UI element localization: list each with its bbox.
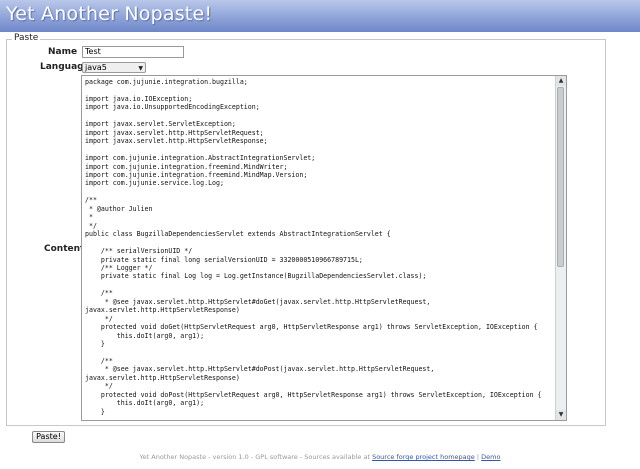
paste-button[interactable]: Paste!	[32, 431, 65, 443]
scroll-up-icon[interactable]: ▲	[556, 76, 566, 86]
scroll-down-icon[interactable]: ▼	[556, 410, 566, 420]
content-label: Content	[44, 244, 85, 254]
name-label: Name	[48, 47, 78, 57]
footer-separator: |	[476, 453, 480, 461]
content-code: package com.jujunie.integration.bugzilla…	[85, 78, 542, 416]
sourceforge-link[interactable]: Source forge project homepage	[372, 453, 475, 461]
footer-text: Yet Another Nopaste - version 1.0 - GPL …	[139, 453, 370, 461]
app-title: Yet Another Nopaste!	[6, 3, 213, 25]
language-selected-value: java5	[85, 63, 107, 72]
name-input[interactable]: Test	[82, 46, 184, 58]
header-banner: Yet Another Nopaste!	[0, 0, 640, 32]
footer: Yet Another Nopaste - version 1.0 - GPL …	[0, 453, 640, 461]
vertical-scrollbar[interactable]: ▲ ▼	[555, 76, 566, 420]
scrollbar-thumb[interactable]	[557, 87, 564, 267]
content-textarea[interactable]: package com.jujunie.integration.bugzilla…	[81, 75, 567, 421]
fieldset-legend: Paste	[12, 33, 41, 43]
chevron-down-icon: ▼	[138, 65, 143, 72]
demo-link[interactable]: Demo	[481, 453, 500, 461]
language-select[interactable]: java5 ▼	[82, 62, 146, 73]
